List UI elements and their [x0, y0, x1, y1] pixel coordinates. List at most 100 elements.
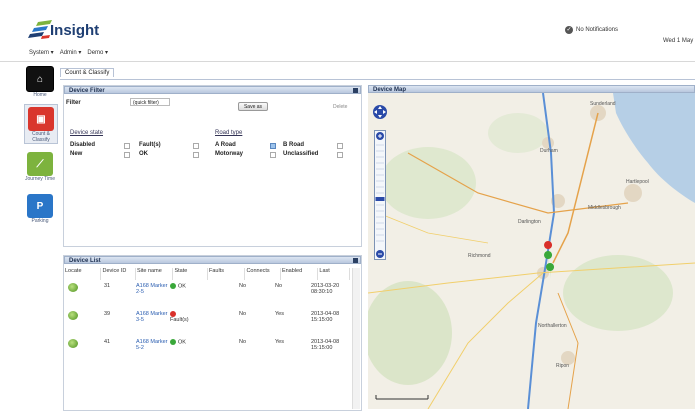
last-seen: 2013-04-08 15:15:00	[311, 339, 340, 351]
menu-admin[interactable]: Admin ▾	[60, 49, 82, 59]
state-text: Fault(s)	[170, 317, 189, 324]
road-motorway-checkbox[interactable]	[270, 152, 276, 158]
road-unclassified-checkbox[interactable]	[337, 152, 343, 158]
main-menu: System ▾ Admin ▾ Demo ▾	[29, 49, 108, 59]
table-row[interactable]: 31 A168 Marker 2-5 OK No No 2013-03-20 0…	[64, 283, 350, 309]
tab-count-classify[interactable]: Count & Classify	[60, 68, 115, 77]
header-divider	[0, 61, 695, 62]
connects: No	[239, 311, 247, 317]
road-a-label: A Road	[215, 142, 236, 148]
device-list-title: Device List	[69, 258, 101, 264]
site-name[interactable]: A168 Marker 5-2	[136, 339, 168, 351]
filter-label: Filter	[66, 100, 81, 106]
device-list-columns: Locate Device ID Site name State Faults …	[64, 268, 350, 280]
last-seen: 2013-03-20 08:30:10	[311, 283, 340, 295]
road-motorway-label: Motorway	[215, 151, 244, 157]
map-place-label: Richmond	[468, 253, 491, 259]
parking-icon: P	[27, 194, 53, 218]
state-disabled-label: Disabled	[70, 142, 96, 148]
map-place-label: Sunderland	[590, 101, 616, 107]
road-a-checkbox[interactable]	[270, 143, 276, 149]
device-state-label: Device state	[70, 130, 104, 136]
state-text: OK	[178, 283, 186, 290]
nav-journey-time[interactable]: ⟋ Journey Time	[24, 152, 56, 182]
road-b-checkbox[interactable]	[337, 143, 343, 149]
table-row[interactable]: 39 A168 Marker 3-5 Fault(s) No Yes 2013-…	[64, 311, 350, 337]
nav-parking-label: Parking	[31, 218, 49, 224]
road-unclassified-label: Unclassified	[283, 151, 319, 157]
nav-journey-label: Journey Time	[24, 176, 55, 182]
col-locate[interactable]: Locate	[64, 268, 102, 280]
map-place-label: Ripon	[556, 363, 570, 369]
map-place-label: Hartlepool	[626, 179, 649, 185]
state-ok-icon	[170, 339, 176, 345]
col-faults[interactable]: Faults	[208, 268, 246, 280]
device-id: 31	[104, 283, 111, 289]
state-new-label: New	[70, 151, 83, 157]
col-last[interactable]: Last	[318, 268, 350, 280]
col-enabled[interactable]: Enabled	[281, 268, 319, 280]
delete-button[interactable]: Delete	[333, 104, 347, 110]
home-icon: ⌂	[26, 66, 54, 92]
state-fault-icon	[170, 311, 176, 317]
device-state: Fault(s)	[170, 311, 200, 323]
bus-icon: ▣	[28, 107, 54, 131]
app-logo-text: Insight	[50, 22, 100, 39]
state-ok-checkbox[interactable]	[193, 152, 199, 158]
save-as-button[interactable]: Save as	[238, 102, 268, 111]
road-icon: ⟋	[27, 152, 53, 176]
menu-demo[interactable]: Demo ▾	[87, 49, 108, 59]
quick-filter-select[interactable]: (quick filter)	[130, 98, 170, 106]
map-place-label: Darlington	[518, 219, 541, 225]
enabled: Yes	[275, 339, 284, 345]
nav-count-classify[interactable]: ▣ Count & Classify	[24, 104, 58, 144]
state-text: OK	[178, 339, 186, 346]
road-type-label: Road type	[215, 130, 243, 136]
nav-parking[interactable]: P Parking	[24, 194, 56, 224]
device-id: 39	[104, 311, 111, 317]
state-faults-label: Fault(s)	[139, 142, 161, 148]
collapse-icon[interactable]	[353, 88, 358, 93]
state-faults-checkbox[interactable]	[193, 143, 199, 149]
map-pan-icon[interactable]	[372, 104, 388, 120]
site-name[interactable]: A168 Marker 3-5	[136, 311, 168, 323]
nav-home[interactable]: ⌂ Home	[24, 66, 56, 98]
road-b-label: B Road	[283, 142, 304, 148]
state-new-checkbox[interactable]	[124, 152, 130, 158]
enabled: No	[275, 283, 283, 289]
locate-icon[interactable]	[68, 283, 78, 292]
device-filter-title: Device Filter	[69, 88, 105, 94]
device-id: 41	[104, 339, 111, 345]
device-filter-panel: Device Filter	[63, 85, 362, 247]
device-state: OK	[170, 339, 186, 345]
collapse-icon[interactable]	[353, 258, 358, 263]
connects: No	[239, 339, 247, 345]
nav-count-label: Count & Classify	[31, 131, 51, 143]
state-ok-label: OK	[139, 151, 148, 157]
tab-divider	[60, 79, 695, 80]
device-list-header: Device List	[64, 256, 361, 264]
device-map-header: Device Map	[368, 85, 695, 93]
menu-system[interactable]: System ▾	[29, 49, 54, 59]
map-canvas	[368, 93, 695, 409]
col-site-name[interactable]: Site name	[136, 268, 174, 280]
map-zoom-slider[interactable]	[374, 130, 386, 260]
locate-icon[interactable]	[68, 311, 78, 320]
site-name[interactable]: A168 Marker 2-5	[136, 283, 168, 295]
table-row[interactable]: 41 A168 Marker 5-2 OK No Yes 2013-04-08 …	[64, 339, 350, 365]
locate-icon[interactable]	[68, 339, 78, 348]
col-connects[interactable]: Connects	[245, 268, 281, 280]
check-icon: ✓	[565, 26, 573, 34]
current-date: Wed 1 May	[663, 38, 694, 44]
enabled: Yes	[275, 311, 284, 317]
notifications[interactable]: ✓ No Notifications	[565, 26, 618, 34]
col-state[interactable]: State	[173, 268, 208, 280]
device-state: OK	[170, 283, 186, 289]
map-place-label: Northallerton	[538, 323, 567, 329]
device-list-scrollbar[interactable]	[352, 268, 360, 409]
last-seen: 2013-04-08 15:15:00	[311, 311, 340, 323]
col-device-id[interactable]: Device ID	[101, 268, 136, 280]
device-map[interactable]: Sunderland Durham Hartlepool Middlesbrou…	[368, 93, 695, 409]
state-disabled-checkbox[interactable]	[124, 143, 130, 149]
connects: No	[239, 283, 247, 289]
